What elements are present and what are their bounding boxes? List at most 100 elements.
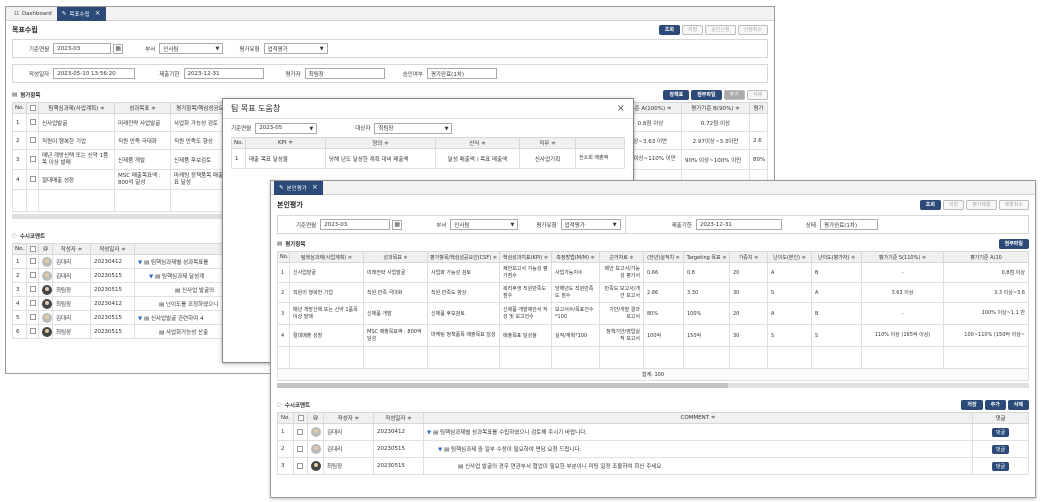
- base-ym-input[interactable]: 2023-03: [53, 43, 112, 54]
- search-button[interactable]: 조회: [658, 25, 680, 35]
- chevron-down-icon: ▼: [309, 125, 314, 132]
- table-row[interactable]: 1 김대리 20230412 ▼ ▤ 팀핵심과제별 성과목표를 수립하였으니 검토해 …: [277, 423, 1029, 441]
- avatar: [42, 256, 52, 267]
- add-button[interactable]: 추가: [723, 90, 745, 100]
- avatar: [42, 326, 52, 337]
- eval-type-select[interactable]: 업적평가 ▼: [560, 219, 621, 230]
- save-button[interactable]: 저장: [681, 25, 704, 35]
- expand-icon[interactable]: ▼: [149, 274, 153, 280]
- dialog-target-select[interactable]: 최팀장 ▼: [374, 122, 453, 134]
- comment-icon: ▤: [159, 301, 165, 308]
- close-icon[interactable]: ×: [95, 10, 101, 17]
- expand-icon[interactable]: ▼: [138, 316, 142, 322]
- row-checkbox[interactable]: [30, 300, 36, 307]
- comment-save-button[interactable]: 저장: [961, 400, 983, 410]
- comment-icon: ▤: [154, 273, 161, 280]
- page-title: 목표수립: [12, 26, 38, 34]
- attachment-button[interactable]: 첨부파일: [998, 239, 1029, 249]
- select-all-checkbox[interactable]: [297, 414, 304, 421]
- comments-section-label: ◌ 수시코멘트: [12, 233, 46, 240]
- row-checkbox[interactable]: [30, 328, 36, 335]
- row-checkbox[interactable]: [30, 286, 36, 293]
- avatar: [42, 312, 52, 323]
- select-all-checkbox[interactable]: [29, 245, 36, 252]
- avatar: [311, 444, 321, 454]
- comment-icon: ▤: [175, 287, 181, 294]
- tab-dashboard[interactable]: ☷ Dashboard: [9, 7, 57, 21]
- avatar: [311, 427, 321, 437]
- chat-icon: ◌: [12, 233, 17, 239]
- delete-button[interactable]: 삭제: [746, 90, 768, 100]
- tab-goal-setting[interactable]: ✎ 목표수립 ×: [56, 7, 106, 21]
- window-tabbar: ✎ 본인평가 ×: [271, 181, 1035, 195]
- table-row[interactable]: 2 김대리 20230515 ▼ ▤ 팀핵심과제 중 일부 수정이 필요하여 면담 요…: [277, 440, 1029, 458]
- save-button[interactable]: 저장: [942, 200, 965, 210]
- reply-button[interactable]: 댓글: [991, 461, 1010, 471]
- table-row[interactable]: 4 절대매출 성장 MSC 매출목표액 : 800억 달성 마케팅 정책품목 매출목표…: [277, 324, 1029, 347]
- table-row[interactable]: 3 최팀장 20230515 ▤ 신사업 발굴의 경우 연관부서 협업이 필요한 부분…: [277, 457, 1029, 475]
- attachment-button[interactable]: 첨부파일: [691, 90, 722, 100]
- grid-icon: ☷: [14, 10, 19, 17]
- comment-delete-button[interactable]: 삭제: [1007, 400, 1029, 410]
- search-form: 기준연월 2023-03 ▦ 부서 인사팀 ▼ 평가유형 업적평가 ▼: [12, 39, 768, 58]
- row-checkbox[interactable]: [30, 137, 36, 144]
- cancel-submission-button[interactable]: 제출취소: [998, 200, 1029, 210]
- eval-type-select[interactable]: 업적평가 ▼: [263, 43, 328, 54]
- close-icon[interactable]: ×: [312, 184, 318, 191]
- expand-icon[interactable]: ▼: [427, 430, 431, 436]
- row-checkbox[interactable]: [30, 176, 36, 183]
- comments-section-label: ◌ 수시코멘트: [277, 402, 311, 409]
- dialog-title: 팀 목표 도움창: [231, 104, 281, 113]
- comment-icon: ▤: [143, 315, 150, 322]
- comment-icon: ▤: [159, 329, 165, 336]
- self-evaluation-window: ✎ 본인평가 × 본인평가 조회 저장 평가제출 제출취소 기준연월 2023-03…: [270, 180, 1036, 498]
- select-all-checkbox[interactable]: [29, 104, 36, 111]
- dept-select[interactable]: 인사팀 ▼: [159, 43, 224, 54]
- row-checkbox[interactable]: [30, 156, 36, 163]
- row-checkbox[interactable]: [297, 462, 303, 469]
- row-checkbox[interactable]: [30, 119, 36, 126]
- comment-icon: ▤: [443, 447, 450, 453]
- comment-icon: ▤: [458, 464, 464, 470]
- items-table: No. 팀핵심과제(사업계획) ≑ 성과목표 ≑ 평가항목/핵심성공요인(CSF…: [277, 251, 1029, 388]
- row-checkbox[interactable]: [297, 445, 303, 452]
- document-icon: ▤: [277, 241, 283, 247]
- tab-self-evaluation[interactable]: ✎ 본인평가 ×: [274, 181, 323, 195]
- submit-evaluation-button[interactable]: 평가제출: [966, 200, 997, 210]
- expand-icon[interactable]: ▼: [138, 260, 142, 266]
- avatar: [42, 270, 52, 281]
- page-title: 본인평가: [277, 201, 303, 209]
- reply-button[interactable]: 댓글: [991, 444, 1010, 454]
- kpi-table: No. KPI ≑ 정의 ≑ 산식 ≑ 직무 ≑ 1 매출 목표 달성율 당해 …: [231, 137, 625, 169]
- approval-request-button[interactable]: 승인신청: [705, 25, 736, 35]
- avatar: [42, 284, 52, 295]
- comment-add-button[interactable]: 추가: [984, 400, 1006, 410]
- close-icon[interactable]: ×: [617, 103, 625, 114]
- expand-icon[interactable]: ▼: [438, 447, 442, 453]
- calendar-icon[interactable]: ▦: [113, 43, 124, 54]
- chevron-down-icon: ▼: [612, 222, 617, 228]
- chevron-down-icon: ▼: [510, 222, 515, 228]
- table-row[interactable]: 3 매년 개방신택 또는 신약 1품목 이상 발매 신제품 개발 신제품 후보검토 신제…: [277, 302, 1029, 325]
- row-checkbox[interactable]: [30, 258, 36, 265]
- search-button[interactable]: 조회: [919, 200, 941, 210]
- window-tabbar: ☷ Dashboard ✎ 목표수립 ×: [6, 7, 774, 21]
- row-checkbox[interactable]: [30, 314, 36, 321]
- comments-table: No. @ 작성자 ≑ 작성일자 ≑ COMMENT ≑ 댓글 1 김대리 2023…: [277, 412, 1029, 475]
- reply-button[interactable]: 댓글: [991, 427, 1010, 437]
- dept-select[interactable]: 인사팀 ▼: [450, 219, 519, 230]
- row-checkbox[interactable]: [297, 428, 303, 435]
- base-ym-input[interactable]: 2023-03: [320, 219, 391, 230]
- row-checkbox[interactable]: [30, 272, 36, 279]
- table-row[interactable]: 2 직원이 행복한 기업 직원 만족 극대화 직원 만족도 향상 복리후생 직원만족도 …: [277, 282, 1029, 303]
- cancel-request-button[interactable]: 신청취소: [737, 25, 768, 35]
- table-row[interactable]: 1 신사업발굴 미래전략 사업발굴 사업화 가능성 검토 제안보고서 가능성 평가점수 사…: [277, 262, 1029, 283]
- dialog-base-ym-select[interactable]: 2023-05 ▼: [255, 122, 318, 134]
- total-row: 합계: 100: [277, 368, 1029, 381]
- horizontal-scrollbar[interactable]: [277, 383, 1029, 388]
- table-row[interactable]: 1 매출 목표 달성율 당해 년도 달성한 계획 대비 매출액 달성 매출액 /…: [231, 148, 625, 169]
- calendar-icon[interactable]: ▦: [392, 219, 403, 230]
- policy-button[interactable]: 정책표: [663, 90, 690, 100]
- person-edit-icon: ✎: [61, 10, 67, 17]
- comment-icon: ▤: [143, 259, 150, 266]
